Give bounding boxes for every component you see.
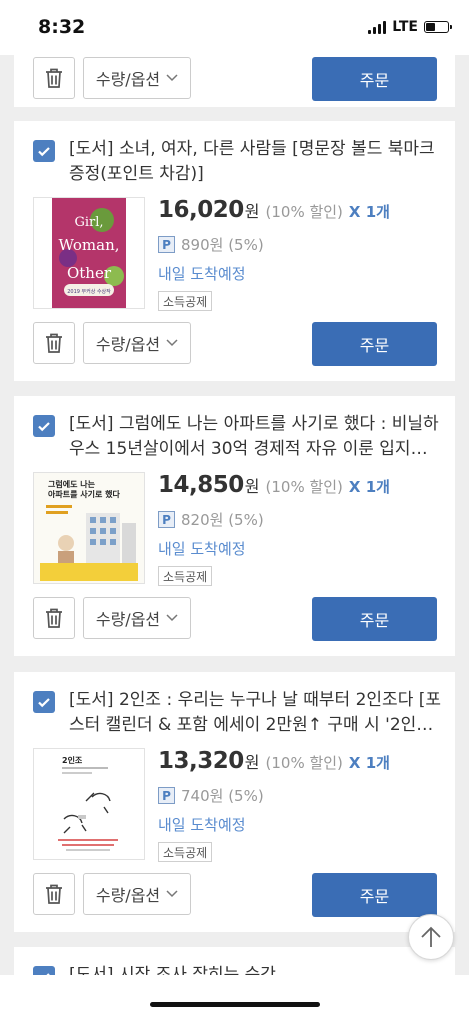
delete-button[interactable] (33, 322, 75, 364)
item-title[interactable]: [도서] 그럼에도 나는 아파트를 사기로 했다 : 비닐하우스 15년살이에서… (69, 412, 441, 462)
cart-item: [도서] 소녀, 여자, 다른 사람들 [명문장 볼드 북마크 증정(포인트 차… (14, 121, 455, 381)
status-time: 8:32 (38, 16, 86, 38)
network-type: LTE (392, 19, 418, 35)
cover-title: 2인조 (62, 755, 83, 765)
item-title[interactable]: [도서] 소녀, 여자, 다른 사람들 [명문장 볼드 북마크 증정(포인트 차… (69, 137, 441, 187)
cart-item: [도서] 2인조 : 우리는 누구나 날 때부터 2인조다 [포스터 캘린더 &… (14, 672, 455, 932)
check-icon (38, 147, 50, 157)
won-unit: 원 (244, 477, 260, 496)
point-icon: P (158, 236, 175, 253)
delete-button[interactable] (33, 597, 75, 639)
item-checkbox[interactable] (33, 140, 55, 162)
chevron-down-icon (166, 614, 178, 622)
cover-award: 2019 부커상 수상작 (67, 288, 111, 295)
tax-deduction-tag: 소득공제 (158, 842, 213, 862)
cover-title-line2: Woman, (58, 236, 119, 254)
book-cover[interactable]: 2인조 (33, 748, 145, 860)
item-checkbox[interactable] (33, 691, 55, 713)
order-button[interactable]: 주문 (312, 57, 437, 101)
discount-rate: (10% 할인) (265, 754, 343, 772)
trash-icon (46, 608, 62, 628)
scroll-to-top-button[interactable] (408, 914, 454, 960)
delete-button[interactable] (33, 57, 75, 99)
cart-item: [도서] 그럼에도 나는 아파트를 사기로 했다 : 비닐하우스 15년살이에서… (14, 396, 455, 656)
point-row: P 820원 (5%) (158, 509, 264, 530)
price-row: 16,020 원 (10% 할인) X 1개 (158, 197, 390, 223)
cover-title-line1: 그럼에도 나는 (48, 479, 96, 489)
home-indicator[interactable] (150, 1002, 320, 1007)
bottom-bar (0, 975, 469, 1018)
cover-title-line1: Girl, (74, 215, 103, 230)
discount-rate: (10% 할인) (265, 478, 343, 496)
trash-icon (46, 884, 62, 904)
cart-list: 수량/옵션 주문 [도서] 소녀, 여자, 다른 사람들 [명문장 볼드 북마크… (0, 55, 469, 975)
item-checkbox[interactable] (33, 415, 55, 437)
delete-button[interactable] (33, 873, 75, 915)
item-title[interactable]: [도서] 시작 조사 잡히는 순간 (69, 963, 441, 975)
chevron-down-icon (166, 74, 178, 82)
tax-deduction-tag: 소득공제 (158, 566, 213, 586)
item-title[interactable]: [도서] 2인조 : 우리는 누구나 날 때부터 2인조다 [포스터 캘린더 &… (69, 688, 441, 738)
delivery-estimate: 내일 도착예정 (158, 816, 246, 834)
item-quantity: X 1개 (348, 478, 390, 496)
price-row: 13,320 원 (10% 할인) X 1개 (158, 748, 390, 774)
chevron-down-icon (166, 890, 178, 898)
item-price: 14,850 (158, 472, 244, 498)
book-cover-art: 2인조 (34, 749, 144, 859)
item-checkbox[interactable] (33, 966, 55, 975)
cart-item-partial-top: 수량/옵션 주문 (14, 55, 455, 107)
status-bar: 8:32 LTE (0, 0, 469, 55)
status-indicators: LTE (368, 19, 452, 35)
item-actions: 수량/옵션 주문 (33, 322, 437, 366)
check-icon (38, 698, 50, 708)
point-icon: P (158, 511, 175, 528)
book-cover-art: Girl, Woman, Other 2019 부커상 수상작 (34, 198, 144, 308)
item-actions: 수량/옵션 주문 (33, 873, 437, 917)
cart-item-partial-bottom: [도서] 시작 조사 잡히는 순간 (14, 947, 455, 975)
order-button[interactable]: 주문 (312, 873, 437, 917)
book-cover-art: 그럼에도 나는 아파트를 사기로 했다 (34, 473, 144, 583)
order-button[interactable]: 주문 (312, 322, 437, 366)
point-amount: 740원 (5%) (181, 787, 264, 805)
order-button[interactable]: 주문 (312, 597, 437, 641)
point-amount: 820원 (5%) (181, 511, 264, 529)
trash-icon (46, 68, 62, 88)
point-row: P 890원 (5%) (158, 234, 264, 255)
book-cover[interactable]: 그럼에도 나는 아파트를 사기로 했다 (33, 472, 145, 584)
delivery-estimate: 내일 도착예정 (158, 265, 246, 283)
battery-icon (424, 21, 452, 33)
item-actions: 수량/옵션 주문 (33, 57, 437, 101)
point-row: P 740원 (5%) (158, 785, 264, 806)
arrow-up-icon (421, 926, 441, 947)
item-actions: 수량/옵션 주문 (33, 597, 437, 641)
point-icon: P (158, 787, 175, 804)
book-cover[interactable]: Girl, Woman, Other 2019 부커상 수상작 (33, 197, 145, 309)
trash-icon (46, 333, 62, 353)
chevron-down-icon (166, 339, 178, 347)
price-row: 14,850 원 (10% 할인) X 1개 (158, 472, 390, 498)
check-icon (38, 422, 50, 432)
delivery-estimate: 내일 도착예정 (158, 540, 246, 558)
quantity-option-button[interactable]: 수량/옵션 (83, 873, 191, 915)
quantity-option-button[interactable]: 수량/옵션 (83, 57, 191, 99)
item-price: 13,320 (158, 748, 244, 774)
item-quantity: X 1개 (348, 754, 390, 772)
item-price: 16,020 (158, 197, 244, 223)
quantity-option-button[interactable]: 수량/옵션 (83, 597, 191, 639)
won-unit: 원 (244, 753, 260, 772)
cover-title-line2: 아파트를 사기로 했다 (48, 489, 120, 499)
won-unit: 원 (244, 202, 260, 221)
tax-deduction-tag: 소득공제 (158, 291, 213, 311)
item-quantity: X 1개 (348, 203, 390, 221)
discount-rate: (10% 할인) (265, 203, 343, 221)
quantity-option-button[interactable]: 수량/옵션 (83, 322, 191, 364)
signal-icon (368, 20, 387, 34)
point-amount: 890원 (5%) (181, 236, 264, 254)
cover-title-line3: Other (67, 264, 112, 282)
